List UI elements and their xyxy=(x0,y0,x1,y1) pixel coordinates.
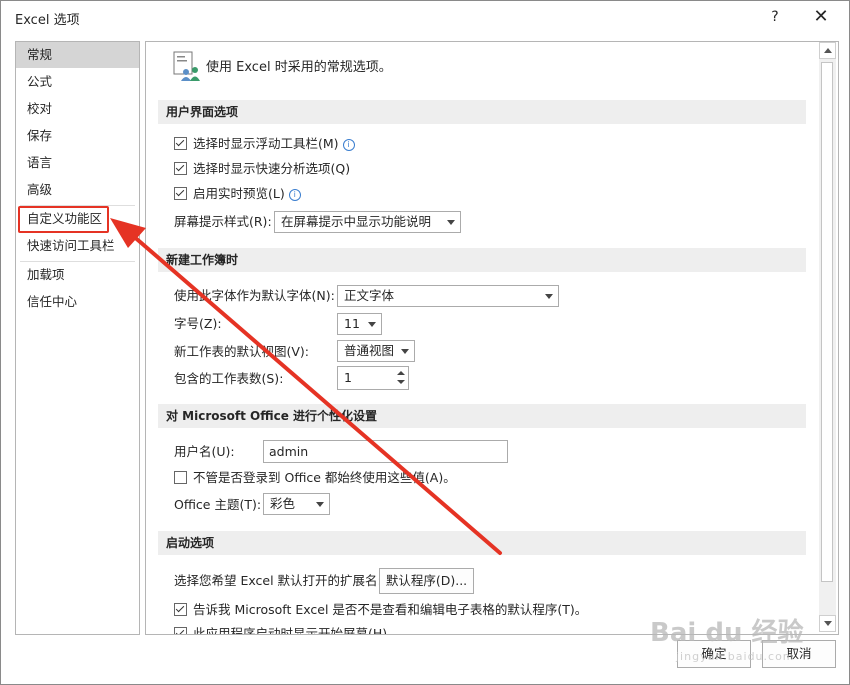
section-new-workbook: 新建工作簿时 xyxy=(158,248,806,272)
info-icon: i xyxy=(342,139,355,151)
sheet-count-label: 包含的工作表数(S): xyxy=(174,371,284,386)
spin-up-icon[interactable] xyxy=(396,369,406,378)
screentip-style-select[interactable]: 在屏幕提示中显示功能说明 xyxy=(274,211,461,233)
default-programs-button[interactable]: 默认程序(D)... xyxy=(379,568,474,594)
office-theme-select[interactable]: 彩色 xyxy=(263,493,330,515)
font-size-value: 11 xyxy=(344,316,360,331)
close-button[interactable]: ✕ xyxy=(806,5,836,29)
tell-me-default-checkbox[interactable] xyxy=(174,603,187,616)
chevron-down-icon xyxy=(447,220,455,225)
help-button[interactable]: ? xyxy=(763,5,787,29)
show-start-screen-option[interactable]: 此应用程序启动时显示开始屏幕(H) xyxy=(174,626,388,635)
show-start-screen-checkbox[interactable] xyxy=(174,627,187,634)
nav-item-general[interactable]: 常规 xyxy=(16,42,139,68)
baidu-watermark-url: jingyan.baidu.com xyxy=(676,650,795,663)
live-preview-label: 启用实时预览(L) xyxy=(193,186,285,201)
default-font-value: 正文字体 xyxy=(344,288,395,303)
mini-toolbar-option[interactable]: 选择时显示浮动工具栏(M) i xyxy=(174,136,355,154)
sheet-count-value: 1 xyxy=(344,370,352,385)
mini-toolbar-checkbox[interactable] xyxy=(174,137,187,150)
scroll-down-icon[interactable] xyxy=(819,615,836,632)
live-preview-checkbox[interactable] xyxy=(174,187,187,200)
show-start-screen-label: 此应用程序启动时显示开始屏幕(H) xyxy=(193,626,388,635)
section-personalize: 对 Microsoft Office 进行个性化设置 xyxy=(158,404,806,428)
dialog-title: Excel 选项 xyxy=(15,13,80,28)
spin-down-icon[interactable] xyxy=(396,378,406,387)
screentip-style-value: 在屏幕提示中显示功能说明 xyxy=(281,214,432,229)
panel-header: 使用 Excel 时采用的常规选项。 xyxy=(206,60,392,75)
options-nav: 常规 公式 校对 保存 语言 高级 自定义功能区 快速访问工具栏 加载项 信任中… xyxy=(15,41,140,635)
scroll-up-icon[interactable] xyxy=(819,42,836,59)
tell-me-default-label: 告诉我 Microsoft Excel 是否不是查看和编辑电子表格的默认程序(T… xyxy=(193,602,588,617)
nav-item-advanced[interactable]: 高级 xyxy=(16,177,139,203)
section-ui-options: 用户界面选项 xyxy=(158,100,806,124)
scrollbar-thumb[interactable] xyxy=(821,62,833,582)
title-bar: Excel 选项 ? ✕ xyxy=(1,1,849,33)
nav-item-proofing[interactable]: 校对 xyxy=(16,96,139,122)
extensions-label: 选择您希望 Excel 默认打开的扩展名: xyxy=(174,573,382,588)
section-startup: 启动选项 xyxy=(158,531,806,555)
live-preview-option[interactable]: 启用实时预览(L) i xyxy=(174,186,301,204)
office-theme-label: Office 主题(T): xyxy=(174,497,262,512)
default-view-label: 新工作表的默认视图(V): xyxy=(174,344,310,359)
always-use-values-checkbox[interactable] xyxy=(174,471,187,484)
default-view-select[interactable]: 普通视图 xyxy=(337,340,415,362)
mini-toolbar-label: 选择时显示浮动工具栏(M) xyxy=(193,136,339,151)
nav-item-trust-center[interactable]: 信任中心 xyxy=(16,289,139,315)
chevron-down-icon xyxy=(368,322,376,327)
nav-item-quick-access-toolbar[interactable]: 快速访问工具栏 xyxy=(16,233,139,259)
sheet-count-spinner[interactable]: 1 xyxy=(337,366,409,390)
nav-item-save[interactable]: 保存 xyxy=(16,123,139,149)
excel-options-dialog: Excel 选项 ? ✕ 常规 公式 校对 保存 语言 高级 自定义功能区 快速… xyxy=(0,0,850,685)
always-use-values-option[interactable]: 不管是否登录到 Office 都始终使用这些值(A)。 xyxy=(174,470,456,488)
default-font-select[interactable]: 正文字体 xyxy=(337,285,559,307)
nav-item-addins[interactable]: 加载项 xyxy=(16,262,139,288)
baidu-watermark: Bai du 经验 xyxy=(650,618,804,648)
font-size-label: 字号(Z): xyxy=(174,316,222,331)
always-use-values-label: 不管是否登录到 Office 都始终使用这些值(A)。 xyxy=(193,470,456,485)
default-font-label: 使用此字体作为默认字体(N): xyxy=(174,288,335,303)
general-options-icon xyxy=(173,51,200,81)
chevron-down-icon xyxy=(316,502,324,507)
nav-item-language[interactable]: 语言 xyxy=(16,150,139,176)
annotation-highlight-box xyxy=(18,206,109,233)
chevron-down-icon xyxy=(401,349,409,354)
nav-item-formulas[interactable]: 公式 xyxy=(16,69,139,95)
quick-analysis-label: 选择时显示快速分析选项(Q) xyxy=(193,161,351,176)
username-input[interactable]: admin xyxy=(263,440,508,463)
info-icon: i xyxy=(288,189,301,201)
tell-me-default-option[interactable]: 告诉我 Microsoft Excel 是否不是查看和编辑电子表格的默认程序(T… xyxy=(174,602,587,620)
font-size-select[interactable]: 11 xyxy=(337,313,382,335)
quick-analysis-checkbox[interactable] xyxy=(174,162,187,175)
quick-analysis-option[interactable]: 选择时显示快速分析选项(Q) xyxy=(174,161,350,179)
vertical-scrollbar[interactable] xyxy=(819,42,836,632)
username-label: 用户名(U): xyxy=(174,444,235,459)
chevron-down-icon xyxy=(545,294,553,299)
screentip-label: 屏幕提示样式(R): xyxy=(174,214,272,229)
default-view-value: 普通视图 xyxy=(344,343,395,358)
office-theme-value: 彩色 xyxy=(270,496,296,511)
general-options-panel: 使用 Excel 时采用的常规选项。 用户界面选项 选择时显示浮动工具栏(M) i… xyxy=(145,41,839,635)
